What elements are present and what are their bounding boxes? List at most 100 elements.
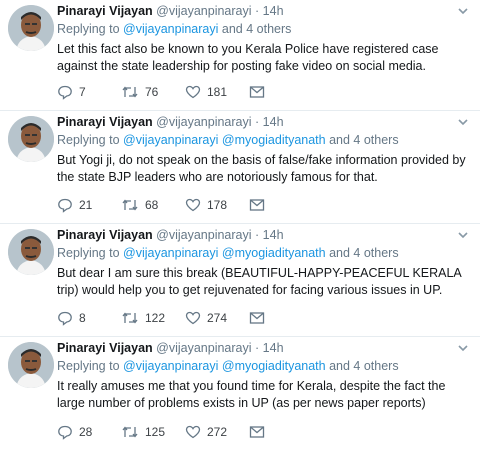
tweet-text: But dear I am sure this break (BEAUTIFUL… [57,266,462,297]
replying-to: Replying to @vijayanpinarayi @myogiadity… [57,358,399,374]
others-link[interactable]: and 4 others [222,22,292,36]
reply-icon [58,311,72,326]
like-button[interactable]: 181 [185,84,249,100]
mention-link[interactable]: @vijayanpinarayi [123,359,218,373]
timestamp[interactable]: 14h [263,228,284,242]
retweet-button[interactable]: 76 [121,84,185,100]
reply-icon [58,198,72,213]
dm-button[interactable] [249,198,265,212]
mention-link[interactable]: @myogiadityanath [222,246,326,260]
reply-count: 8 [79,311,86,325]
like-button[interactable]: 274 [185,310,249,326]
replying-to: Replying to @vijayanpinarayi @myogiadity… [57,132,399,148]
avatar-portrait-icon [8,342,54,388]
heart-icon [185,85,201,99]
display-name[interactable]: Pinarayi Vijayan [57,4,153,18]
others-link[interactable]: and 4 others [329,246,399,260]
replying-to: Replying to @vijayanpinarayi and 4 other… [57,21,291,37]
tweet-actions: 8 122 274 [57,310,265,326]
retweet-count: 122 [145,311,166,325]
retweet-button[interactable]: 125 [121,424,185,440]
like-count: 272 [207,425,228,439]
like-count: 181 [207,85,228,99]
tweet-header: Pinarayi Vijayan @vijayanpinarayi · 14h [57,227,284,243]
envelope-icon [249,86,265,98]
display-name[interactable]: Pinarayi Vijayan [57,341,153,355]
retweet-icon [122,86,138,98]
like-button[interactable]: 178 [185,197,249,213]
retweet-button[interactable]: 122 [121,310,185,326]
envelope-icon [249,426,265,438]
retweet-count: 76 [145,85,159,99]
user-handle[interactable]: @vijayanpinarayi [156,115,251,129]
mention-link[interactable]: @vijayanpinarayi [123,22,218,36]
avatar[interactable] [8,229,54,275]
avatar[interactable] [8,5,54,51]
chevron-down-icon[interactable] [456,115,470,129]
heart-icon [185,198,201,212]
retweet-icon [122,426,138,438]
chevron-down-icon[interactable] [456,341,470,355]
mention-link[interactable]: @vijayanpinarayi [123,246,218,260]
tweet-header: Pinarayi Vijayan @vijayanpinarayi · 14h [57,340,284,356]
mention-link[interactable]: @myogiadityanath [222,359,326,373]
tweet-header: Pinarayi Vijayan @vijayanpinarayi · 14h [57,3,284,19]
retweet-button[interactable]: 68 [121,197,185,213]
retweet-icon [122,199,138,211]
display-name[interactable]: Pinarayi Vijayan [57,115,153,129]
user-handle[interactable]: @vijayanpinarayi [156,341,251,355]
replying-prefix: Replying to [57,133,120,147]
reply-icon [58,425,72,440]
dm-button[interactable] [249,311,265,325]
tweet-item[interactable]: Pinarayi Vijayan @vijayanpinarayi · 14h … [0,0,480,111]
heart-icon [185,311,201,325]
tweet-item[interactable]: Pinarayi Vijayan @vijayanpinarayi · 14h … [0,224,480,337]
retweet-icon [122,312,138,324]
reply-count: 21 [79,198,93,212]
tweet-text: It really amuses me that you found time … [57,379,446,410]
mention-link[interactable]: @vijayanpinarayi [123,133,218,147]
separator-dot: · [255,341,260,355]
dm-button[interactable] [249,85,265,99]
avatar-portrait-icon [8,229,54,275]
tweet-item[interactable]: Pinarayi Vijayan @vijayanpinarayi · 14h … [0,111,480,224]
envelope-icon [249,199,265,211]
tweet-actions: 28 125 272 [57,424,265,440]
chevron-down-icon[interactable] [456,4,470,18]
chevron-down-icon[interactable] [456,228,470,242]
tweet-actions: 21 68 178 [57,197,265,213]
reply-button[interactable]: 8 [57,310,121,326]
avatar[interactable] [8,116,54,162]
replying-prefix: Replying to [57,359,120,373]
avatar[interactable] [8,342,54,388]
others-link[interactable]: and 4 others [329,133,399,147]
reply-button[interactable]: 7 [57,84,121,100]
dm-button[interactable] [249,425,265,439]
reply-button[interactable]: 21 [57,197,121,213]
envelope-icon [249,312,265,324]
tweet-item[interactable]: Pinarayi Vijayan @vijayanpinarayi · 14h … [0,337,480,450]
timestamp[interactable]: 14h [263,4,284,18]
separator-dot: · [255,228,260,242]
others-link[interactable]: and 4 others [329,359,399,373]
reply-button[interactable]: 28 [57,424,121,440]
replying-to: Replying to @vijayanpinarayi @myogiadity… [57,245,399,261]
tweet-text: Let this fact also be known to you Keral… [57,42,439,73]
replying-prefix: Replying to [57,246,120,260]
display-name[interactable]: Pinarayi Vijayan [57,228,153,242]
timestamp[interactable]: 14h [263,341,284,355]
replying-prefix: Replying to [57,22,120,36]
user-handle[interactable]: @vijayanpinarayi [156,228,251,242]
reply-icon [58,85,72,100]
tweet-text: But Yogi ji, do not speak on the basis o… [57,153,466,184]
like-button[interactable]: 272 [185,424,249,440]
mention-link[interactable]: @myogiadityanath [222,133,326,147]
heart-icon [185,425,201,439]
reply-count: 28 [79,425,93,439]
user-handle[interactable]: @vijayanpinarayi [156,4,251,18]
reply-count: 7 [79,85,86,99]
separator-dot: · [255,4,260,18]
avatar-portrait-icon [8,5,54,51]
tweet-feed: Pinarayi Vijayan @vijayanpinarayi · 14h … [0,0,480,450]
timestamp[interactable]: 14h [263,115,284,129]
